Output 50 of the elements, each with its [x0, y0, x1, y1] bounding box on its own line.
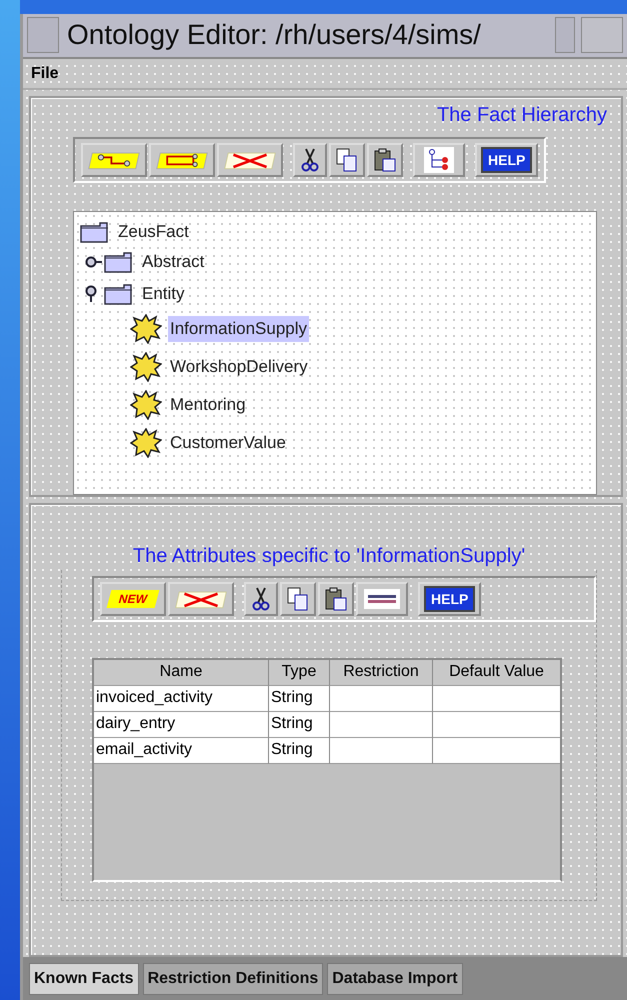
delete-button[interactable]: [168, 582, 234, 616]
paste-button[interactable]: [318, 582, 354, 616]
star-burst-icon: [130, 314, 162, 344]
window-title: Ontology Editor: /rh/users/4/sims/: [66, 19, 482, 52]
copy-button[interactable]: [280, 582, 316, 616]
tree-item[interactable]: CustomerValue: [168, 430, 288, 456]
help-button[interactable]: HELP: [418, 582, 482, 616]
table-cell: String: [269, 738, 330, 764]
column-header[interactable]: Restriction: [330, 660, 433, 686]
tree-item[interactable]: Mentoring: [168, 392, 248, 418]
table-cell: String: [269, 686, 330, 712]
tree-item[interactable]: InformationSupply: [168, 316, 310, 342]
cut-button[interactable]: [244, 582, 278, 616]
copy-icon: [335, 147, 359, 174]
scissors-icon: [299, 147, 321, 174]
tree-item[interactable]: ZeusFact: [116, 219, 191, 246]
tree-item[interactable]: Entity: [140, 281, 187, 308]
delete-button[interactable]: [217, 143, 283, 178]
star-burst-icon: [130, 428, 162, 458]
folder-icon: [104, 251, 134, 274]
column-header[interactable]: Type: [269, 660, 330, 686]
panel-title: The Attributes specific to 'InformationSupply': [132, 545, 526, 568]
folder-icon: [104, 283, 134, 306]
table-cell: String: [269, 712, 330, 738]
scissors-icon: [250, 586, 272, 612]
panel-title: The Fact Hierarchy: [436, 104, 607, 128]
table-cell: invoiced_activity: [94, 686, 269, 712]
menu-item[interactable]: File: [31, 64, 59, 83]
add-link-button[interactable]: [81, 143, 147, 178]
table-cell: dairy_entry: [94, 712, 269, 738]
tab[interactable]: Known Facts: [29, 962, 139, 995]
new-button[interactable]: NEW: [100, 582, 166, 616]
tree-item[interactable]: Abstract: [140, 249, 206, 276]
column-header[interactable]: Default Value: [433, 660, 560, 686]
star-burst-icon: [130, 390, 162, 420]
column-header[interactable]: Name: [94, 660, 269, 686]
help-button[interactable]: HELP: [475, 143, 538, 178]
tree-item[interactable]: WorkshopDelivery: [168, 354, 310, 380]
star-burst-icon: [130, 352, 162, 382]
copy-button[interactable]: [329, 143, 365, 178]
tree-view-button[interactable]: [413, 143, 465, 178]
paste-button[interactable]: [367, 143, 403, 178]
table-cell: email_activity: [94, 738, 269, 764]
tab[interactable]: Restriction Definitions: [142, 962, 324, 995]
add-node-button[interactable]: [149, 143, 215, 178]
copy-icon: [286, 586, 310, 612]
folder-icon: [80, 221, 110, 244]
add-row-button[interactable]: [356, 582, 408, 616]
tab[interactable]: Database Import: [327, 962, 463, 995]
cut-button[interactable]: [293, 143, 327, 178]
